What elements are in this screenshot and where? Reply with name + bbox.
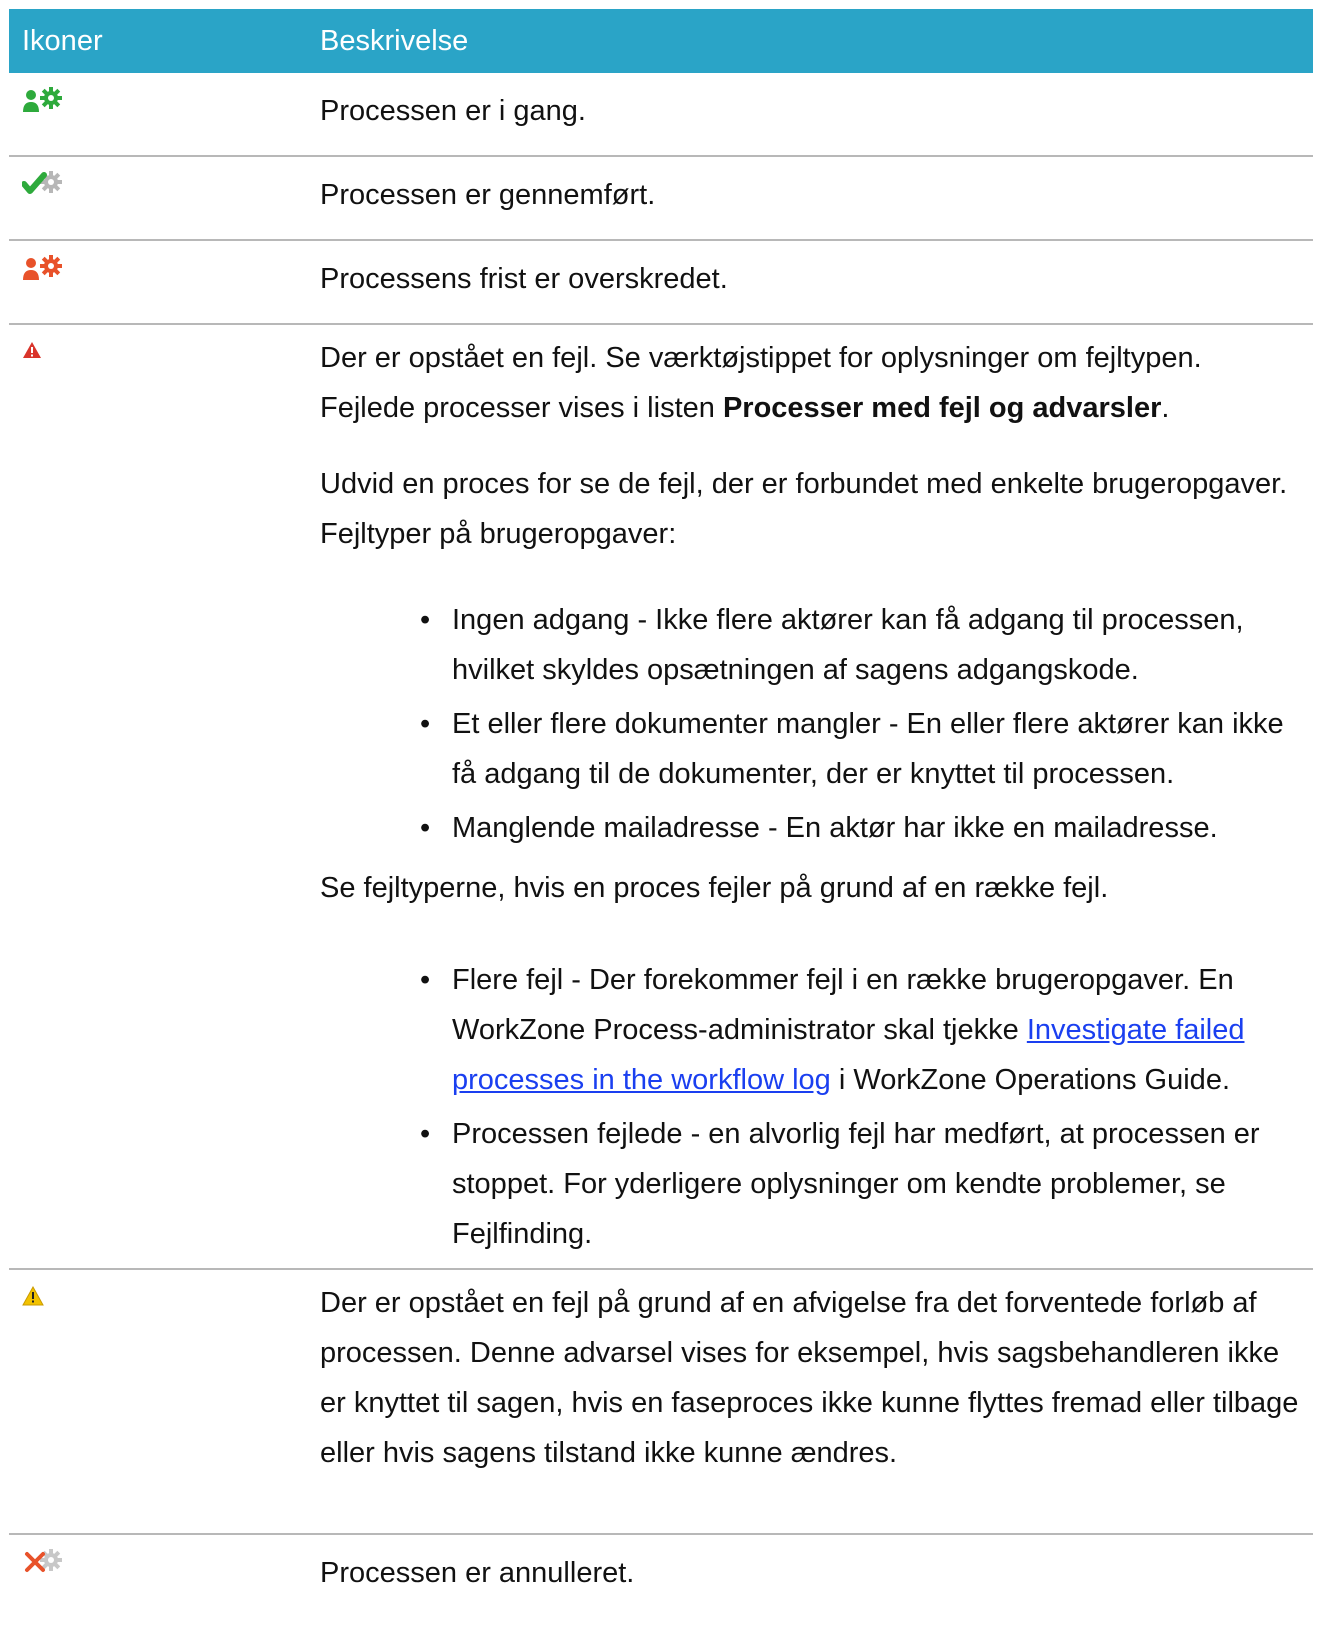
process-overdue-icon	[23, 255, 62, 280]
user-task-error-list: Ingen adgang - Ikke flere aktører kan få…	[320, 595, 1299, 853]
table-row: Processens frist er overskredet.	[9, 241, 1313, 325]
row-text: Der er opstået en fejl på grund af en af…	[320, 1287, 1299, 1469]
error-types-text: Se fejltyperne, hvis en proces fejler på…	[320, 872, 1109, 904]
warning-triangle-icon	[22, 1286, 44, 1306]
row-text: Processens frist er overskredet.	[320, 263, 728, 295]
header-icons: Ikoner	[22, 24, 103, 57]
table-row: Processen er i gang.	[9, 73, 1313, 157]
process-error-list: Flere fejl - Der forekommer fejl i en ræ…	[320, 955, 1299, 1259]
row-text: Processen er gennemført.	[320, 179, 656, 211]
list-item: Manglende mailadresse - En aktør har ikk…	[420, 803, 1299, 853]
icon-description-table: Ikoner Beskrivelse Processen er i gang.	[9, 9, 1313, 1619]
process-running-icon	[23, 87, 62, 112]
table-row: Processen er gennemført.	[9, 157, 1313, 241]
error-intro: Der er opstået en fejl. Se værktøjstippe…	[320, 342, 1202, 424]
row-text: Processen er i gang.	[320, 95, 586, 127]
table-row: Processen er annulleret.	[9, 1535, 1313, 1619]
table-header: Ikoner Beskrivelse	[9, 9, 1313, 73]
process-completed-icon	[22, 171, 62, 194]
list-item: Et eller flere dokumenter mangler - En e…	[420, 699, 1299, 799]
failed-processes-list-name: Processer med fejl og advarsler	[722, 392, 1162, 424]
table-row: Der er opstået en fejl. Se værktøjstippe…	[9, 325, 1313, 1270]
process-cancelled-icon	[25, 1549, 62, 1572]
list-item: Flere fejl - Der forekommer fejl i en ræ…	[420, 955, 1299, 1105]
table-row: Der er opstået en fejl på grund af en af…	[9, 1270, 1313, 1535]
header-description: Beskrivelse	[320, 24, 469, 57]
error-triangle-icon	[23, 342, 41, 358]
list-item: Ingen adgang - Ikke flere aktører kan få…	[420, 595, 1299, 695]
error-expand-text: Udvid en proces for se de fejl, der er f…	[320, 468, 1288, 550]
list-item: Processen fejlede - en alvorlig fejl har…	[420, 1109, 1299, 1259]
row-text: Processen er annulleret.	[320, 1557, 635, 1589]
